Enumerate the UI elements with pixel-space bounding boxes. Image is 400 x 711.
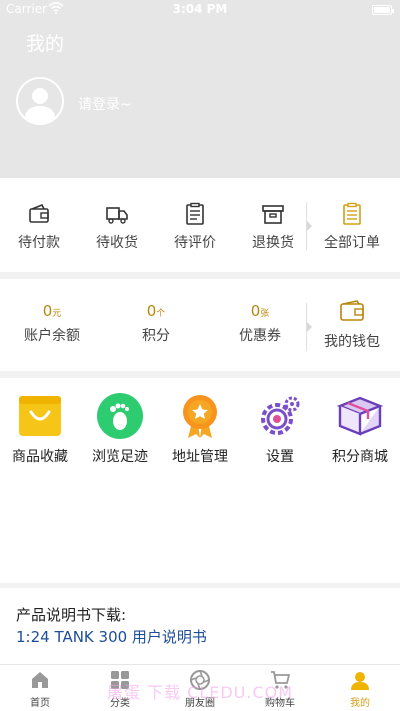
balance-value: 0 (42, 302, 53, 320)
all-orders-button[interactable]: 全部订单 (316, 202, 388, 252)
wallet-icon (29, 203, 49, 223)
tool-favorites[interactable]: 商品收藏 (0, 392, 80, 466)
order-pending-review-label: 待评价 (174, 235, 216, 251)
order-pending-receipt-label: 待收货 (96, 235, 138, 251)
profile-header: 我的 请登录~ (0, 20, 400, 178)
tool-settings-label: 设置 (266, 449, 294, 465)
avatar[interactable] (16, 77, 64, 125)
tab-mine[interactable]: 我的 (320, 665, 400, 711)
tools-section: 商品收藏 浏览足迹 地址管理 设置 积分商城 (0, 378, 400, 583)
order-returns[interactable]: 退换货 (234, 202, 312, 252)
bottom-tab-bar: 首页 分类 朋友圈 购物车 我的 屠蛋 下载 CLEDU.COM (0, 664, 400, 711)
tool-history[interactable]: 浏览足迹 (80, 392, 160, 466)
points-unit: 个 (156, 309, 166, 319)
page-title: 我的 (26, 33, 65, 55)
tool-history-label: 浏览足迹 (92, 449, 148, 465)
all-orders-label: 全部订单 (324, 235, 380, 251)
clipboard-icon (186, 202, 204, 225)
order-pending-receipt[interactable]: 待收货 (78, 202, 156, 252)
watermark: 屠蛋 下载 CLEDU.COM (106, 683, 294, 702)
balance-unit: 元 (52, 309, 62, 319)
coupons[interactable]: 0张 优惠券 (208, 301, 312, 345)
tool-address-label: 地址管理 (172, 449, 228, 465)
medal-icon (183, 395, 217, 438)
user-icon (351, 672, 369, 690)
login-link[interactable]: 请登录~ (78, 94, 132, 114)
gift-box-icon (336, 396, 384, 436)
tool-points-mall[interactable]: 积分商城 (320, 392, 400, 466)
order-pending-review[interactable]: 待评价 (156, 202, 234, 252)
section-divider-arrow (306, 202, 316, 250)
status-bar: Carrier 3:04 PM (0, 0, 400, 20)
points[interactable]: 0个 积分 (104, 301, 208, 345)
manual-title: 产品说明书下载: (16, 606, 127, 624)
tool-points-mall-label: 积分商城 (332, 449, 388, 465)
manual-download-link[interactable]: 1:24 TANK 300 用户说明书 (16, 626, 207, 647)
clock: 3:04 PM (172, 2, 228, 16)
account-balance[interactable]: 0元 账户余额 (0, 301, 104, 345)
tool-favorites-label: 商品收藏 (12, 449, 68, 465)
wallet-section: 0元 账户余额 0个 积分 0张 优惠券 我的钱包 (0, 279, 400, 371)
home-icon (32, 672, 48, 688)
tab-mine-label: 我的 (350, 698, 370, 709)
footprint-icon (97, 393, 143, 439)
order-pending-payment-label: 待付款 (18, 235, 60, 251)
section-divider-arrow (306, 303, 316, 351)
my-wallet-label: 我的钱包 (324, 334, 380, 350)
tool-address[interactable]: 地址管理 (160, 392, 240, 466)
gear-icon (261, 396, 300, 435)
coupons-unit: 张 (260, 309, 270, 319)
battery-icon (372, 5, 394, 15)
manual-section: 产品说明书下载: 1:24 TANK 300 用户说明书 (0, 588, 400, 664)
points-label: 积分 (142, 328, 170, 344)
my-wallet-button[interactable]: 我的钱包 (316, 299, 388, 351)
wallet-icon (340, 300, 364, 321)
coupons-label: 优惠券 (239, 328, 281, 344)
orders-section: 待付款 待收货 待评价 退换货 全部订单 (0, 178, 400, 272)
order-returns-label: 退换货 (252, 235, 294, 251)
tab-home[interactable]: 首页 (0, 665, 80, 711)
points-value: 0 (146, 302, 157, 320)
order-pending-payment[interactable]: 待付款 (0, 202, 78, 252)
tab-home-label: 首页 (30, 698, 50, 709)
box-icon (262, 205, 284, 224)
coupons-value: 0 (250, 302, 261, 320)
shopping-bag-icon (19, 396, 61, 436)
tool-settings[interactable]: 设置 (240, 392, 320, 466)
user-avatar-icon (18, 79, 62, 123)
balance-label: 账户余额 (24, 328, 80, 344)
truck-icon (106, 207, 128, 224)
order-list-icon (343, 202, 361, 225)
